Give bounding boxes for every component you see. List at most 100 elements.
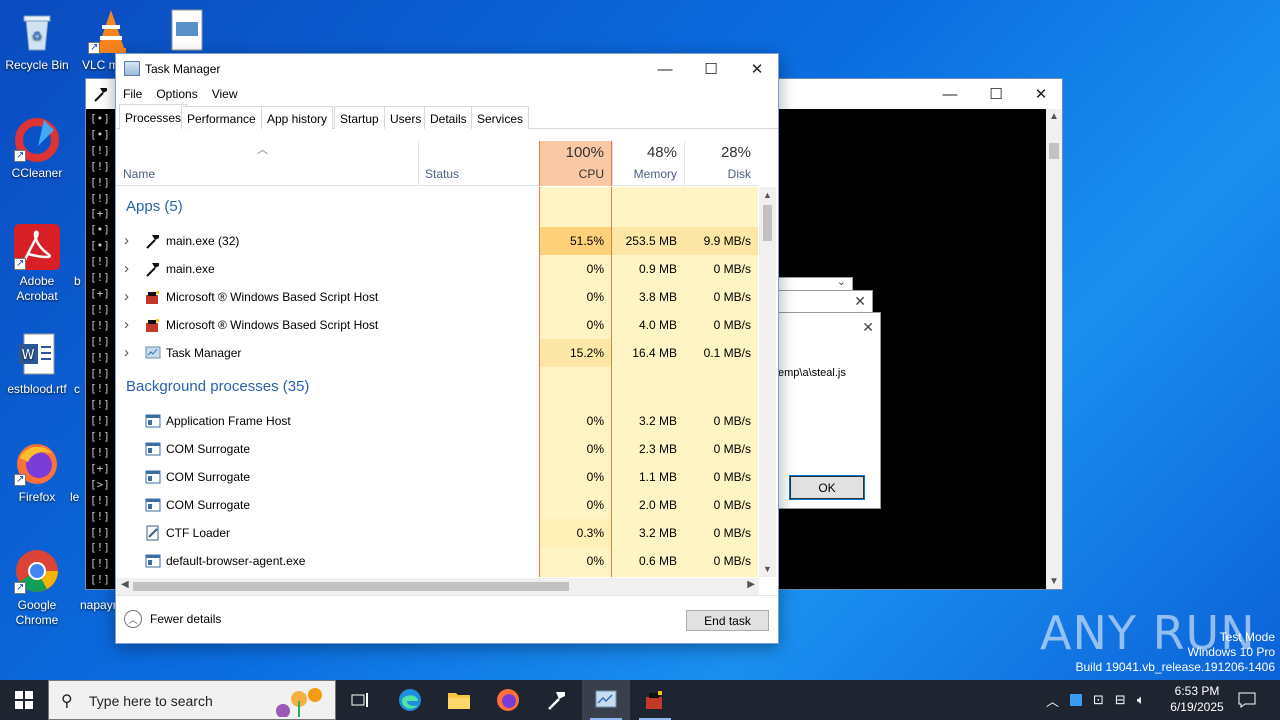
scroll-down-arrow-icon[interactable]: ▼ [1049,576,1059,587]
process-disk: 0 MB/s [684,547,758,575]
scroll-right-arrow-icon[interactable]: ▶ [747,579,755,590]
watermark-line-1: Test Mode [1219,630,1275,644]
console-minimize-button[interactable]: — [927,79,973,109]
hammer-icon [92,85,110,103]
chevron-up-icon[interactable]: ︿ [1046,691,1059,710]
desktop-icon-label: le [70,490,80,504]
desktop-icon-rtf-file[interactable]: W estblood.rtf [0,332,74,397]
process-row[interactable]: › Task Manager 15.2% 16.4 MB 0.1 MB/s [116,339,758,367]
process-memory: 2.0 MB [611,491,684,519]
process-cpu: 0.3% [539,519,611,547]
chevron-right-icon[interactable]: › [124,283,129,311]
console-line: [!] [90,334,110,348]
menu-file[interactable]: File [116,84,149,104]
taskbar-script-host[interactable] [631,680,679,720]
task-view-button[interactable] [336,680,384,720]
chevron-right-icon[interactable]: › [124,339,129,367]
task-manager-window[interactable]: Task Manager — ☐ ✕ File Options View Pro… [115,53,779,644]
desktop-icon-chrome[interactable]: Google Chrome [0,548,74,628]
script-host-icon [646,691,662,709]
process-row[interactable]: CTF Loader 0.3% 3.2 MB 0 MB/s [116,519,758,547]
tab-performance[interactable]: Performance [181,106,262,129]
menu-view[interactable]: View [205,84,245,104]
maximize-button[interactable]: ☐ [688,54,734,84]
console-scroll-thumb[interactable] [1049,143,1059,159]
dialog-back-1[interactable]: ✕ [779,290,873,314]
taskbar-firefox[interactable] [484,680,532,720]
chevron-right-icon[interactable]: › [124,227,129,255]
taskbar-task-manager[interactable] [582,680,630,720]
console-scrollbar[interactable]: ▲ ▼ [1046,109,1062,589]
task-manager-icon [145,345,161,361]
scroll-left-arrow-icon[interactable]: ◀ [121,579,129,590]
desktop-icon-firefox[interactable]: Firefox [0,440,74,505]
desktop-icon-partial-le[interactable]: le [70,490,86,505]
desktop-icon-image-file[interactable] [150,8,224,58]
notification-center-button[interactable] [1224,680,1270,720]
column-cpu[interactable]: 100% CPU [539,141,612,186]
tab-app-history[interactable]: App history [261,106,334,129]
process-row[interactable]: Application Frame Host 0% 3.2 MB 0 MB/s [116,407,758,435]
process-row[interactable]: › Microsoft ® Windows Based Script Host 0%… [116,311,758,339]
process-row[interactable]: › main.exe 0% 0.9 MB 0 MB/s [116,255,758,283]
ok-button[interactable]: OK [789,475,865,500]
column-name[interactable]: Name [123,167,155,181]
tray-blue-square-icon[interactable] [1070,694,1083,706]
fewer-details-label: Fewer details [150,612,222,626]
process-row[interactable]: COM Surrogate 0% 1.1 MB 0 MB/s [116,463,758,491]
process-row[interactable]: COM Surrogate 0% 2.0 MB 0 MB/s [116,491,758,519]
column-disk[interactable]: 28% Disk [684,141,758,186]
process-row[interactable]: › Microsoft ® Windows Based Script Host 0%… [116,283,758,311]
tab-startup[interactable]: Startup [334,106,385,129]
taskbar-clock[interactable]: 6:53 PM 6/19/2025 [1162,683,1232,715]
minimize-button[interactable]: — [642,54,688,84]
desktop-icon-adobe-acrobat[interactable]: Adobe Acrobat [0,224,74,304]
desktop-icon-recycle-bin[interactable]: ♻ Recycle Bin [0,8,74,73]
process-row[interactable]: › main.exe (32) 51.5% 253.5 MB 9.9 MB/s [116,227,758,255]
scroll-down-arrow-icon[interactable]: ▼ [763,564,772,574]
desktop-icon-napayr[interactable]: napayr [74,598,118,613]
volume-icon[interactable]: 🔈︎ [1137,692,1145,708]
disk-total: 28% [720,144,751,161]
process-name: main.exe [166,262,215,276]
column-memory[interactable]: 48% Memory [612,141,684,186]
tab-details[interactable]: Details [424,106,473,129]
tab-users[interactable]: Users [384,106,428,129]
close-icon[interactable]: ✕ [854,293,866,310]
chevron-right-icon[interactable]: › [124,311,129,339]
taskbar-main-exe[interactable] [533,680,581,720]
window-title: Task Manager [145,62,221,76]
column-status[interactable]: Status [425,167,459,181]
taskbar-search-box[interactable]: ⚲ Type here to search [48,680,336,720]
start-button[interactable] [0,680,48,720]
console-maximize-button[interactable]: ☐ [973,79,1019,109]
tab-processes[interactable]: Processes [119,104,188,130]
scroll-up-arrow-icon[interactable]: ▲ [763,190,772,200]
tab-services[interactable]: Services [471,106,530,129]
close-icon[interactable]: ✕ [862,319,874,336]
group-header[interactable]: Apps (5) [116,187,758,227]
message-dialog[interactable]: ✕ emp\a\steal.js OK [778,312,881,509]
process-list-vscrollbar[interactable]: ▲ ▼ [759,187,776,577]
taskbar-edge[interactable] [386,680,434,720]
process-row[interactable]: default-browser-agent.exe 0% 0.6 MB 0 MB/s [116,547,758,575]
process-list-hscrollbar[interactable]: ◀ ▶ [117,578,759,595]
task-manager-titlebar[interactable]: Task Manager — ☐ ✕ [116,54,778,84]
network-icon[interactable]: ⊟ [1115,692,1126,708]
group-header[interactable]: Background processes (35) [116,367,758,407]
process-name: main.exe (32) [166,234,240,248]
close-button[interactable]: ✕ [734,54,780,84]
dialog-back-2[interactable]: ⌄ [779,276,853,291]
chevron-right-icon[interactable]: › [124,255,129,283]
process-row[interactable]: COM Surrogate 0% 2.3 MB 0 MB/s [116,435,758,463]
desktop-icon-ccleaner[interactable]: CCleaner [0,116,74,181]
console-close-button[interactable]: ✕ [1018,79,1064,109]
hscroll-thumb[interactable] [133,582,569,591]
scroll-up-arrow-icon[interactable]: ▲ [1049,111,1059,122]
fewer-details-button[interactable]: ︿ Fewer details [124,610,221,628]
menu-options[interactable]: Options [149,84,204,104]
vscroll-thumb[interactable] [763,205,772,241]
tray-device-icon[interactable]: ⊡ [1093,692,1104,708]
taskbar-file-explorer[interactable] [435,680,483,720]
end-task-button[interactable]: End task [686,610,769,631]
